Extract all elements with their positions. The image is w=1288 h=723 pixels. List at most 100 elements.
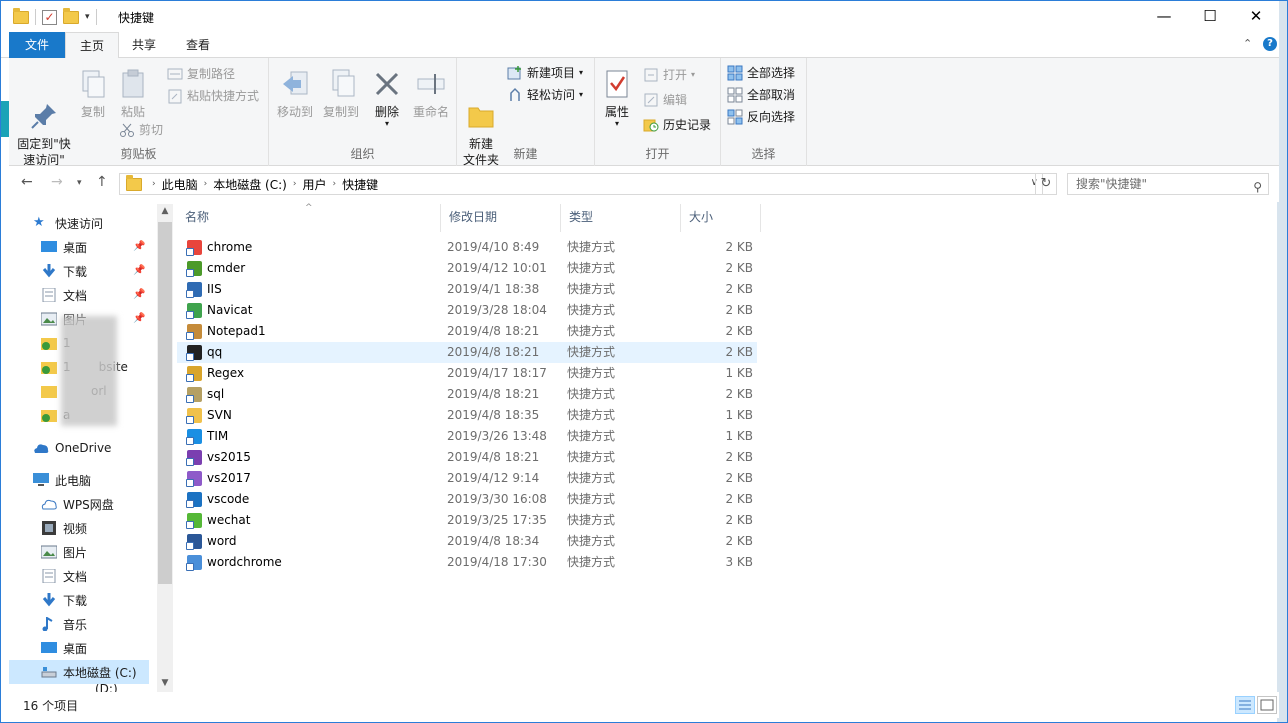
help-icon[interactable]: ? xyxy=(1263,37,1277,51)
up-arrow-icon[interactable]: ↑ xyxy=(96,174,108,190)
nav-this-pc[interactable]: 此电脑 xyxy=(9,468,149,492)
maximize-button[interactable]: ☐ xyxy=(1187,1,1233,32)
star-icon: ★ xyxy=(33,215,45,230)
scroll-down-icon[interactable]: ▼ xyxy=(157,678,173,688)
move-to-button[interactable]: 移动到 xyxy=(273,68,317,120)
large-icons-view-icon[interactable] xyxy=(1257,696,1277,714)
breadcrumb-chevron-icon[interactable]: › xyxy=(204,179,208,189)
nav-pc-item[interactable]: 视频 xyxy=(9,516,149,540)
delete-dropdown-icon[interactable]: ▾ xyxy=(369,120,405,128)
forward-arrow-icon[interactable]: → xyxy=(51,174,63,190)
new-item-icon xyxy=(507,65,523,81)
properties-button[interactable]: 属性 ▾ xyxy=(599,68,635,128)
file-row[interactable]: TIM 2019/3/26 13:48 快捷方式 1 KB xyxy=(177,426,757,447)
nav-quick-item-label: 桌面 xyxy=(63,240,88,255)
new-folder-icon[interactable] xyxy=(63,7,79,24)
file-row[interactable]: word 2019/4/8 18:34 快捷方式 2 KB xyxy=(177,531,757,552)
nav-pc-item[interactable]: 音乐 xyxy=(9,612,149,636)
paste-shortcut-button[interactable]: 粘贴快捷方式 xyxy=(167,86,259,106)
close-button[interactable]: ✕ xyxy=(1233,1,1279,32)
details-view-icon[interactable] xyxy=(1235,696,1255,714)
history-button[interactable]: 历史记录 xyxy=(643,115,711,135)
file-row[interactable]: vs2015 2019/4/8 18:21 快捷方式 2 KB xyxy=(177,447,757,468)
nav-quick-item[interactable]: 文档 📌 xyxy=(9,283,149,307)
file-name: Navicat xyxy=(207,303,253,317)
refresh-icon[interactable]: ↻ xyxy=(1035,173,1057,195)
file-row[interactable]: IIS 2019/4/1 18:38 快捷方式 2 KB xyxy=(177,279,757,300)
nav-quick-item[interactable]: 下载 📌 xyxy=(9,259,149,283)
file-row[interactable]: vs2017 2019/4/12 9:14 快捷方式 2 KB xyxy=(177,468,757,489)
easy-access-button[interactable]: 轻松访问 ▾ xyxy=(507,85,583,105)
breadcrumb-chevron-icon[interactable]: › xyxy=(332,179,336,189)
rename-button[interactable]: 重命名 xyxy=(409,68,453,120)
column-name[interactable]: 名称 ^ xyxy=(177,203,441,232)
back-arrow-icon[interactable]: ← xyxy=(21,174,33,190)
scroll-up-icon[interactable]: ▲ xyxy=(157,206,173,216)
file-name: vscode xyxy=(207,492,250,506)
file-type: 快捷方式 xyxy=(567,534,616,548)
nav-scrollbar[interactable]: ▲ ▼ xyxy=(157,204,173,692)
breadcrumb-this-pc[interactable]: 此电脑 xyxy=(162,176,198,193)
search-icon[interactable]: ⚲ xyxy=(1253,177,1262,197)
copy-to-button[interactable]: 复制到 xyxy=(319,68,363,120)
tab-view[interactable]: 查看 xyxy=(173,32,223,58)
file-row[interactable]: cmder 2019/4/12 10:01 快捷方式 2 KB xyxy=(177,258,757,279)
select-none-button[interactable]: 全部取消 xyxy=(727,85,795,105)
tab-file[interactable]: 文件 xyxy=(9,32,65,58)
column-size[interactable]: 大小 xyxy=(681,204,761,232)
breadcrumb-current[interactable]: 快捷键 xyxy=(342,176,378,193)
column-date[interactable]: 修改日期 xyxy=(441,204,561,232)
copy-button[interactable]: 复制 xyxy=(75,68,111,120)
paste-button[interactable]: 粘贴 xyxy=(113,68,153,120)
tab-home[interactable]: 主页 xyxy=(65,32,119,59)
nav-pc-item[interactable]: WPS网盘 xyxy=(9,492,149,516)
breadcrumb-chevron-icon[interactable]: › xyxy=(293,179,297,189)
copy-path-button[interactable]: 复制路径 xyxy=(167,64,235,84)
nav-pc-item[interactable]: 桌面 xyxy=(9,636,149,660)
breadcrumb-users[interactable]: 用户 xyxy=(302,176,326,193)
file-row[interactable]: vscode 2019/3/30 16:08 快捷方式 2 KB xyxy=(177,489,757,510)
file-row[interactable]: Navicat 2019/3/28 18:04 快捷方式 2 KB xyxy=(177,300,757,321)
nav-quick-item-label: 文档 xyxy=(63,288,88,303)
properties-dropdown-icon[interactable]: ▾ xyxy=(599,120,635,128)
expand-ribbon-icon[interactable]: ⌃ xyxy=(1243,37,1252,50)
column-type[interactable]: 类型 xyxy=(561,204,681,232)
invert-selection-button[interactable]: 反向选择 xyxy=(727,107,795,127)
edit-button[interactable]: 编辑 xyxy=(643,90,687,110)
nav-scrollbar-thumb[interactable] xyxy=(158,222,172,584)
tab-share[interactable]: 共享 xyxy=(119,32,169,58)
file-row[interactable]: sql 2019/4/8 18:21 快捷方式 2 KB xyxy=(177,384,757,405)
nav-quick-access[interactable]: ★ 快速访问 xyxy=(9,211,149,235)
nav-pc-item[interactable]: 下载 xyxy=(9,588,149,612)
file-type: 快捷方式 xyxy=(567,387,616,401)
file-name: TIM xyxy=(207,429,229,443)
address-bar[interactable]: › 此电脑 › 本地磁盘 (C:) › 用户 › 快捷键 ∨ xyxy=(119,173,1043,195)
easy-access-label: 轻松访问 xyxy=(527,88,576,102)
file-row[interactable]: wechat 2019/3/25 17:35 快捷方式 2 KB xyxy=(177,510,757,531)
file-row[interactable]: Notepad1 2019/4/8 18:21 快捷方式 2 KB xyxy=(177,321,757,342)
recent-locations-chevron-icon[interactable]: ▾ xyxy=(77,178,82,188)
nav-pc-item[interactable]: 图片 xyxy=(9,540,149,564)
nav-onedrive[interactable]: OneDrive xyxy=(9,436,149,460)
file-row[interactable]: wordchrome 2019/4/18 17:30 快捷方式 3 KB xyxy=(177,552,757,573)
breadcrumb-chevron-icon[interactable]: › xyxy=(152,179,156,189)
minimize-button[interactable]: — xyxy=(1141,1,1187,32)
open-button[interactable]: 打开 ▾ xyxy=(643,65,695,85)
customize-toolbar-arrow-icon[interactable]: ▾ xyxy=(85,12,90,22)
cut-button[interactable]: 剪切 xyxy=(119,120,163,140)
breadcrumb-local-disk[interactable]: 本地磁盘 (C:) xyxy=(213,176,287,193)
search-input[interactable]: 搜索"快捷键" ⚲ xyxy=(1067,173,1269,195)
nav-quick-item[interactable]: 桌面 📌 xyxy=(9,235,149,259)
file-row[interactable]: Regex 2019/4/17 18:17 快捷方式 1 KB xyxy=(177,363,757,384)
nav-pc-item[interactable]: 文档 xyxy=(9,564,149,588)
delete-button[interactable]: 删除 ▾ xyxy=(369,68,405,128)
file-row[interactable]: chrome 2019/4/10 8:49 快捷方式 2 KB xyxy=(177,237,757,258)
select-all-button[interactable]: 全部选择 xyxy=(727,63,795,83)
file-row[interactable]: qq 2019/4/8 18:21 快捷方式 2 KB xyxy=(177,342,757,363)
file-name: sql xyxy=(207,387,225,401)
properties-icon[interactable]: ✓ xyxy=(42,9,57,25)
file-row[interactable]: SVN 2019/4/8 18:35 快捷方式 1 KB xyxy=(177,405,757,426)
paste-icon xyxy=(117,68,149,100)
new-item-button[interactable]: 新建项目 ▾ xyxy=(507,63,583,83)
nav-pc-item[interactable]: 本地磁盘 (C:) xyxy=(9,660,149,684)
